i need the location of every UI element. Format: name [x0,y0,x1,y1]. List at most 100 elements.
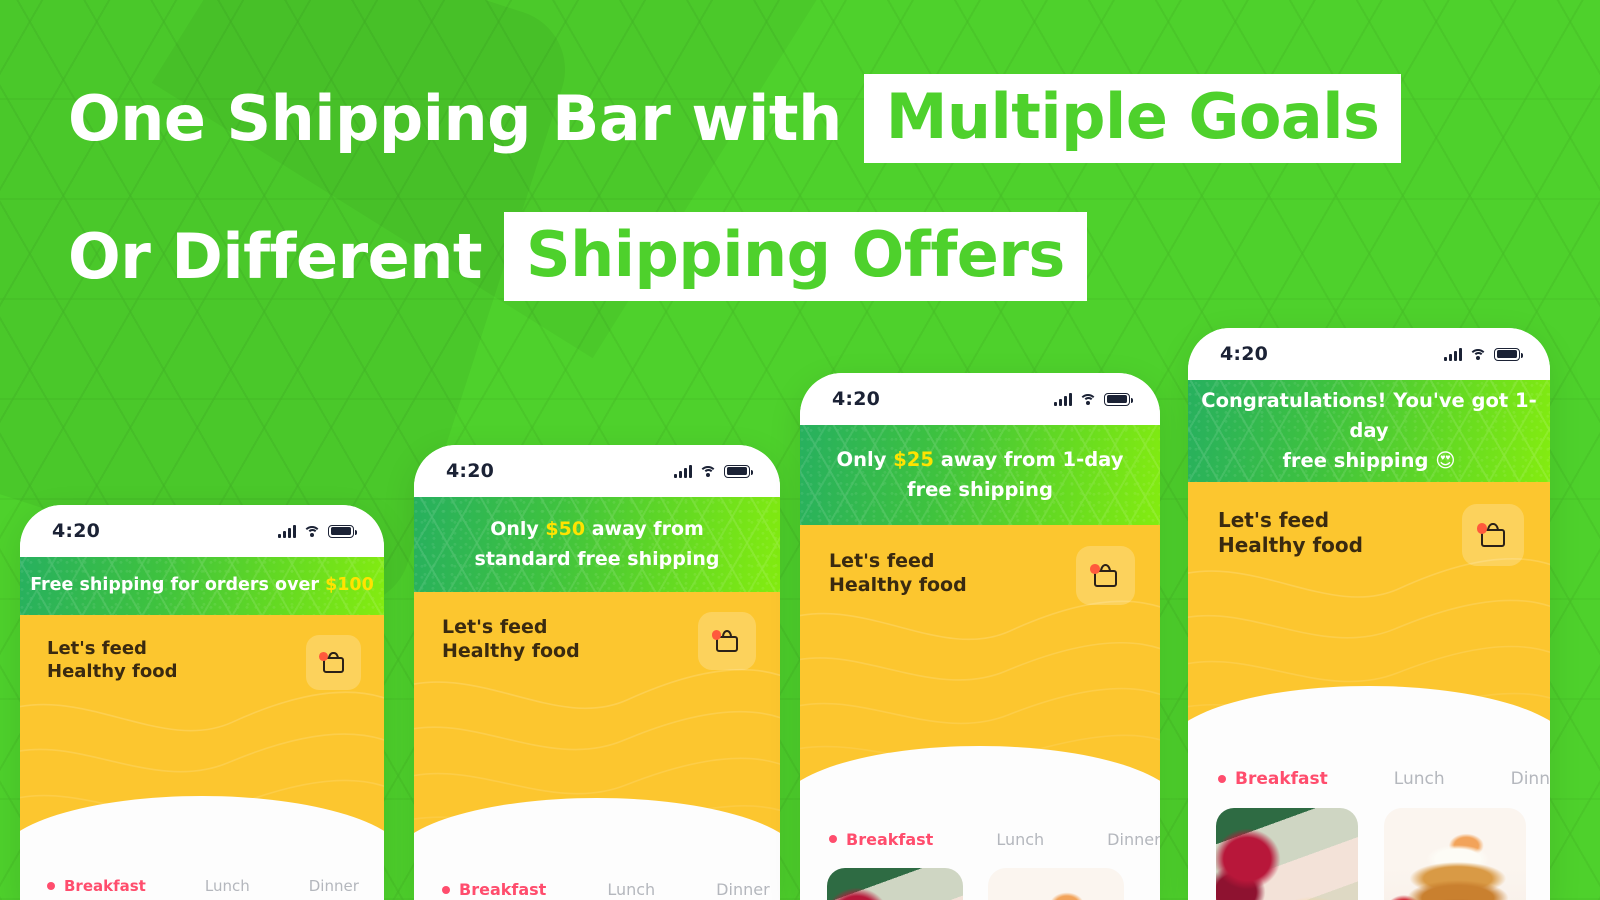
category-label: Dinner [716,880,770,899]
food-card[interactable] [1384,808,1526,900]
status-bar: 4:20 [1188,328,1550,380]
hero-section: Let's feed Healthy food [20,615,384,860]
shipping-bar-banner[interactable]: Only $50 away from standard free shipping [414,497,780,592]
category-label: Breakfast [846,829,934,849]
cellular-signal-icon [1444,347,1462,361]
category-tab-lunch[interactable]: Lunch [205,877,250,895]
active-category-dot [829,835,837,843]
cart-button[interactable] [698,612,756,670]
category-label: Lunch [607,880,656,899]
cellular-signal-icon [278,524,296,538]
shipping-banner-message: Congratulations! You've got 1-day free sh… [1188,386,1550,477]
headline-line-1-plain: One Shipping Bar with [68,81,842,155]
banner-text: Free shipping for orders over [30,575,326,596]
food-card[interactable] [1216,808,1358,900]
wifi-icon [303,525,321,538]
cart-badge-dot [712,630,722,640]
category-tab-dinner[interactable]: Dinner [716,880,769,899]
phone-mockup-2: 4:20 Only $50 away from standard free shi… [414,445,780,900]
banner-text: free shipping 😍 [1282,449,1456,473]
background-wedge-shape-2 [152,0,869,358]
cart-button[interactable] [1462,504,1524,566]
category-tabs: Breakfast Lunch Dinner Drinks [1188,750,1550,808]
banner-line: Congratulations! You've got 1-day [1188,386,1550,446]
shipping-bar-banner[interactable]: Congratulations! You've got 1-day free sh… [1188,380,1550,482]
category-tabs: Breakfast Lunch Dinner Drinks [20,860,384,900]
category-tab-breakfast[interactable]: Breakfast [829,830,933,849]
battery-icon [328,524,357,538]
food-card-list [800,868,1160,900]
hero-section: Let's feed Healthy food [1188,482,1550,750]
category-tab-breakfast[interactable]: Breakfast [442,880,546,899]
status-icons [278,524,357,538]
category-tab-dinner[interactable]: Dinner [309,877,359,895]
category-tab-lunch[interactable]: Lunch [1394,769,1445,789]
wifi-icon [1079,393,1097,406]
category-tab-dinner[interactable]: Dinner [1107,830,1160,849]
banner-text: away from [585,518,704,541]
hero-section: Let's feed Healthy food [800,525,1160,810]
shopping-bag-icon [712,630,738,652]
cart-button[interactable] [306,635,361,690]
category-tabs: Breakfast Lunch Dinner Drinks [800,810,1160,868]
category-tab-dinner[interactable]: Dinner [1511,769,1550,789]
banner-amount: $100 [325,575,374,596]
phone-mockup-1: 4:20 Free shipping for orders over $100 … [20,505,384,900]
category-label: Breakfast [459,880,547,899]
food-card-list [1188,808,1550,900]
category-tab-lunch[interactable]: Lunch [996,830,1044,849]
poster-canvas: One Shipping Bar with Multiple Goals Or … [0,0,1600,900]
banner-text: standard free shipping [474,547,720,570]
active-category-dot [47,882,55,890]
category-label: Lunch [1393,769,1445,789]
banner-line: Only $25 away from 1-day [837,445,1124,475]
battery-icon [1494,347,1523,361]
active-category-dot [442,885,450,894]
banner-text: Only [836,447,894,471]
battery-icon [724,464,753,478]
category-label: Dinner [1107,829,1160,849]
phone-mockup-3: 4:20 Only $25 away from 1-day free shippi… [800,373,1160,900]
status-time: 4:20 [1220,343,1269,365]
wifi-icon [699,465,717,478]
category-tab-breakfast[interactable]: Breakfast [47,877,146,895]
hero-title: Let's feed Healthy food [47,638,178,682]
shipping-banner-message: Free shipping for orders over $100 [30,572,374,599]
banner-line: Only $50 away from [475,515,720,544]
cellular-signal-icon [1054,392,1072,406]
banner-line: free shipping [837,475,1124,505]
hero-title: Let's feed Healthy food [442,616,580,662]
status-icons [1054,392,1133,406]
shopping-bag-icon [319,652,344,673]
banner-line: standard free shipping [475,545,720,574]
headline-line-1-highlight: Multiple Goals [863,74,1402,163]
hero-title: Let's feed Healthy food [829,550,967,596]
chef-illustration [1369,740,1550,750]
category-tab-breakfast[interactable]: Breakfast [1218,769,1328,789]
cart-badge-dot [1089,564,1100,575]
category-label: Lunch [996,829,1045,849]
status-icons [674,464,753,478]
food-card[interactable] [988,868,1124,900]
headline-line-2-highlight: Shipping Offers [503,212,1087,301]
category-label: Lunch [204,877,250,895]
cart-button[interactable] [1076,546,1135,605]
battery-icon [1104,392,1133,406]
active-category-dot [1218,775,1226,783]
shopping-bag-icon [1089,564,1117,587]
shopping-bag-icon [1476,523,1505,547]
category-label: Dinner [308,877,359,895]
shipping-bar-banner[interactable]: Only $25 away from 1-day free shipping [800,425,1160,525]
hero-title: Let's feed Healthy food [1218,508,1363,557]
cellular-signal-icon [674,464,692,478]
banner-text: away from 1-day [933,447,1124,471]
cart-badge-dot [1476,523,1487,534]
banner-line: Free shipping for orders over $100 [30,572,374,599]
category-tab-lunch[interactable]: Lunch [607,880,655,899]
status-time: 4:20 [832,388,881,410]
shipping-banner-message: Only $50 away from standard free shipping [475,515,720,574]
food-card[interactable] [827,868,963,900]
shipping-banner-message: Only $25 away from 1-day free shipping [837,445,1124,505]
banner-amount: $25 [893,447,934,471]
shipping-bar-banner[interactable]: Free shipping for orders over $100 [20,557,384,615]
